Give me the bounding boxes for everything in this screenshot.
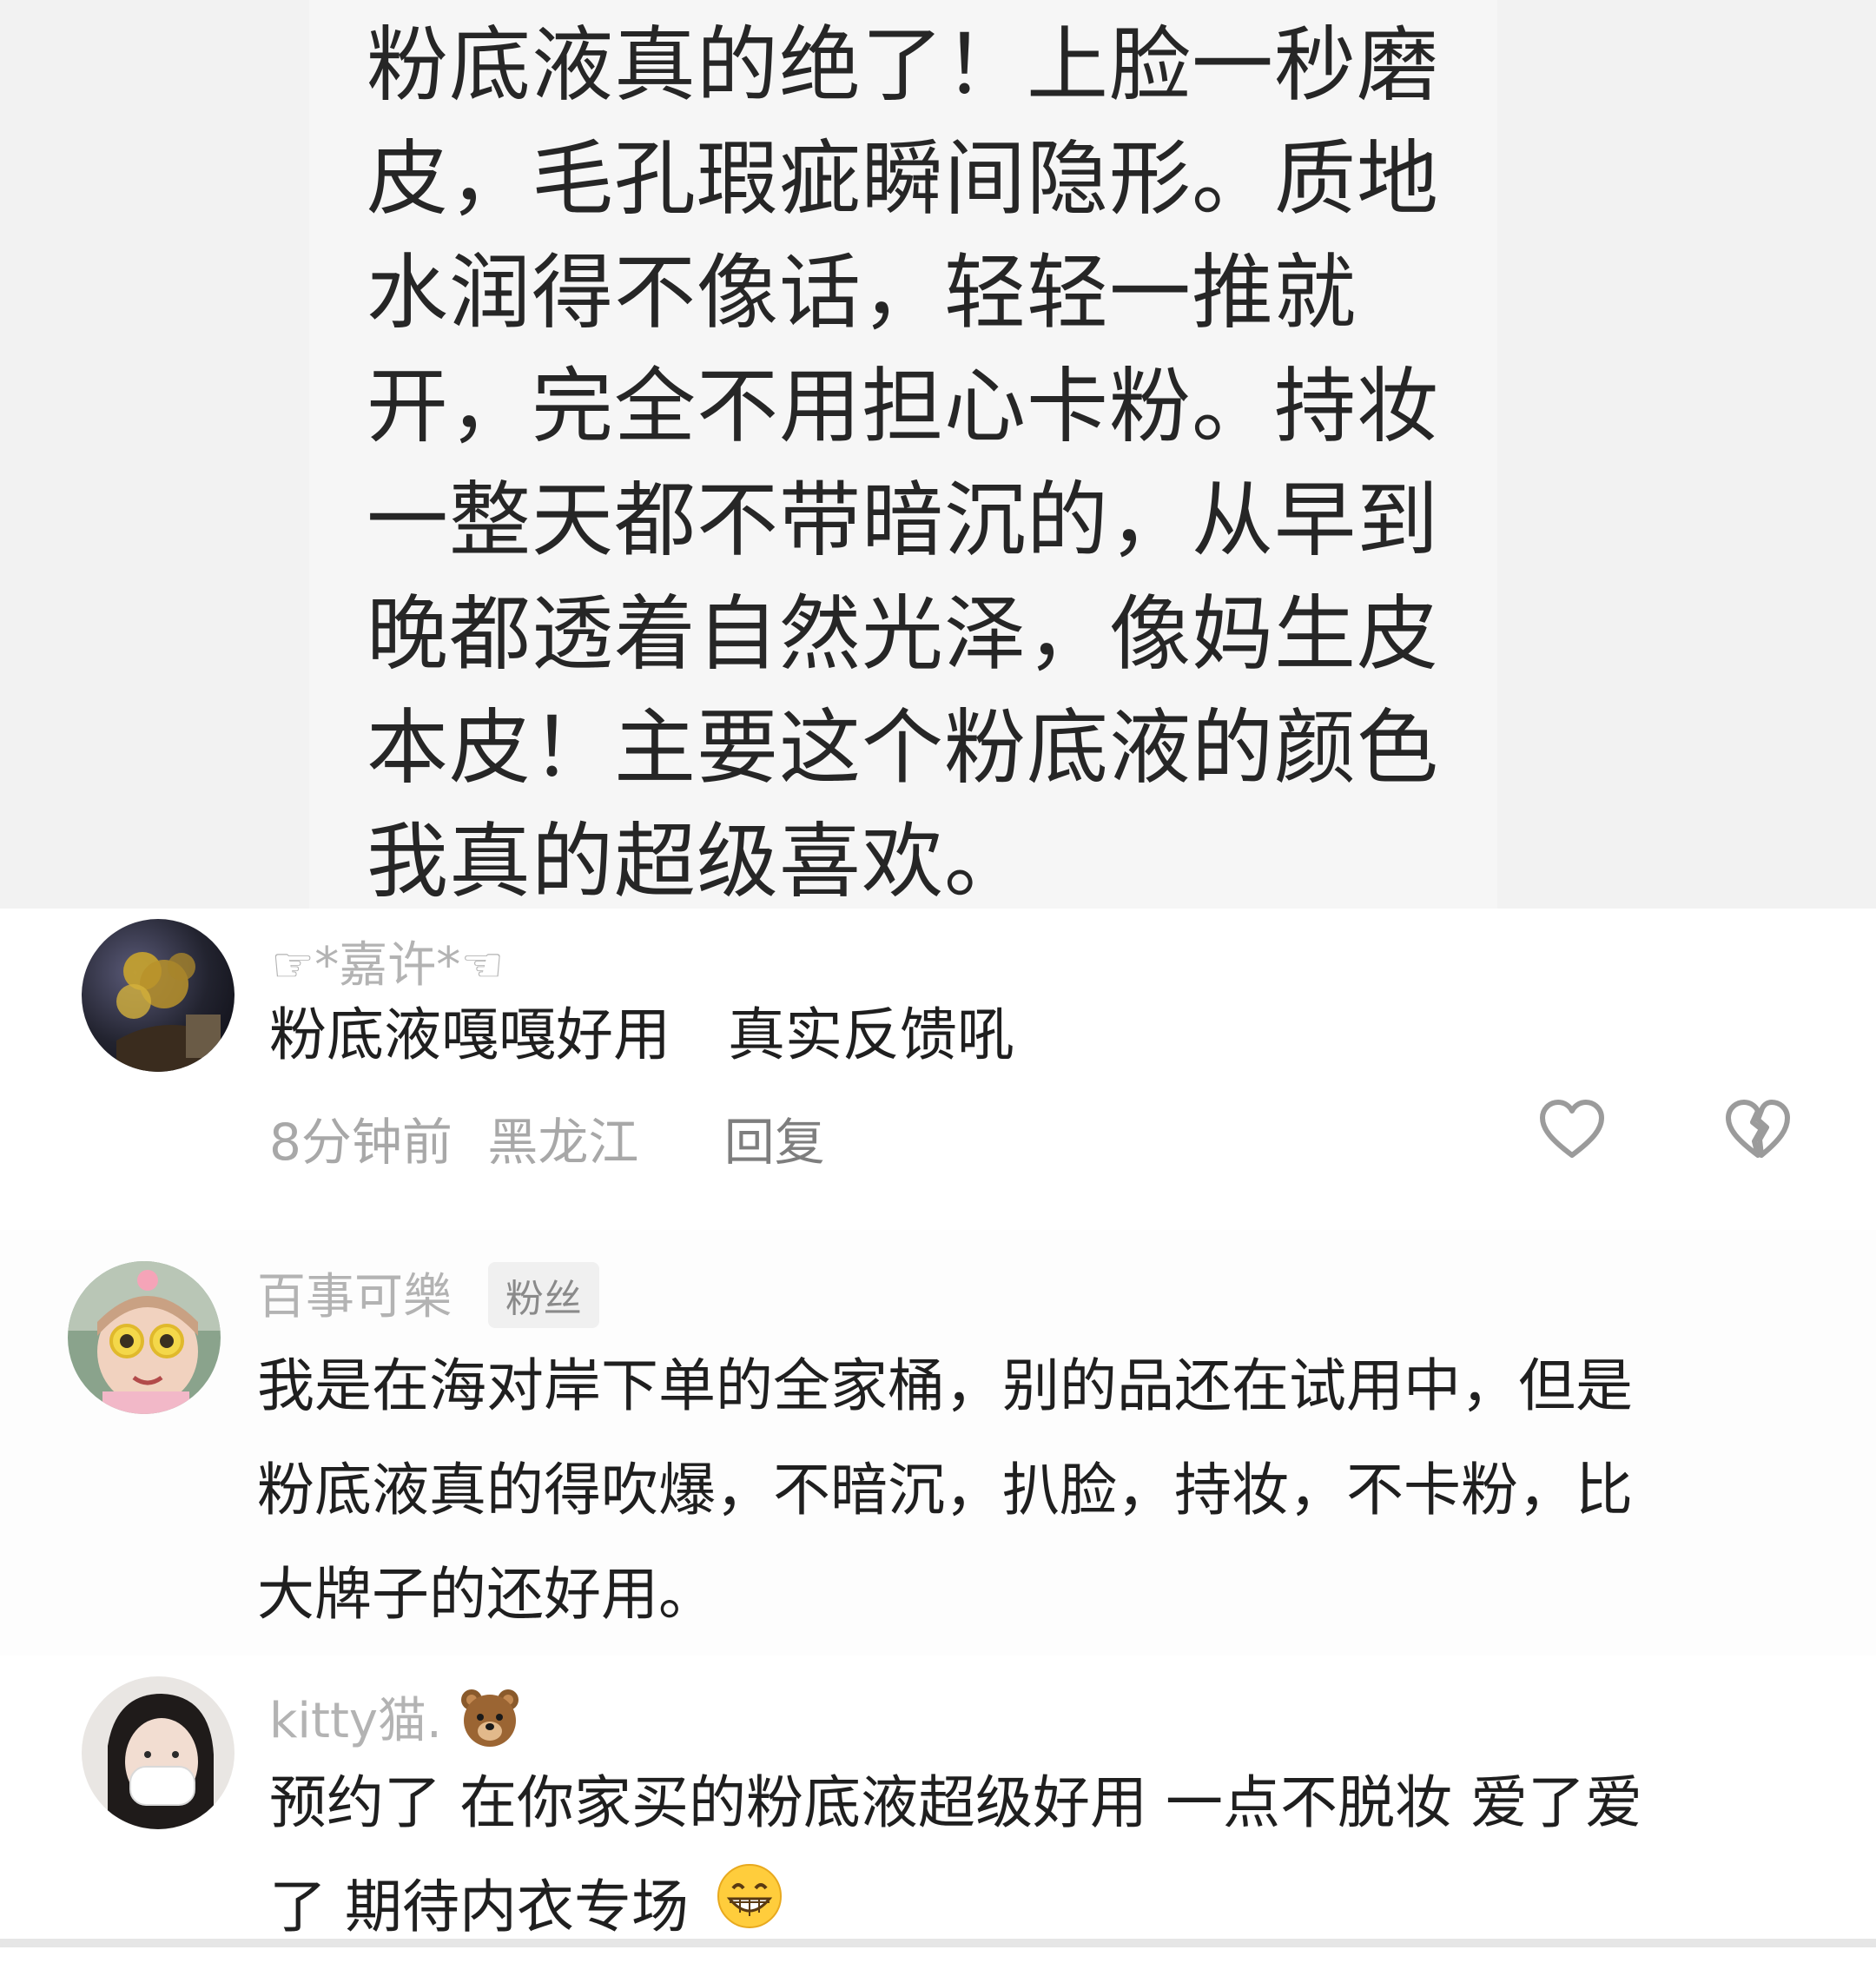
comment-text: 粉底液嘎嘎好用 真实反馈吼 (269, 1001, 1014, 1068)
reply-button[interactable]: 回复 (724, 1113, 825, 1172)
avatar[interactable] (82, 1676, 234, 1829)
username-text[interactable]: 百事可樂 (257, 1269, 452, 1325)
comment-line: 预约了 在你家买的粉底液超级好用 一点不脱妆 爱了爱 (269, 1769, 1642, 1836)
post-line: 开，完全不用担心卡粉。持妆 (367, 360, 1440, 454)
avatar[interactable] (82, 919, 234, 1072)
post-line: 粉底液真的绝了！上脸一秒磨 (367, 18, 1440, 113)
fan-badge: 粉丝 (487, 1261, 599, 1328)
post-line: 一整天都不带暗沉的，从早到 (367, 473, 1440, 568)
comment-item: 百事可樂 粉丝 我是在海对岸下单的全家桶，别的品还在试用中，但是 粉底液真的得吹… (0, 1230, 1876, 1656)
comment-line: 大牌子的还好用。 (257, 1561, 716, 1628)
username-text[interactable]: kitty猫. (269, 1693, 442, 1749)
avatar-image (68, 1261, 221, 1414)
avatar-image (82, 919, 234, 1072)
post-line: 我真的超级喜欢。 (367, 815, 1027, 909)
avatar-image (82, 1676, 234, 1829)
comment-item: ☞*嘉许*☜ 粉底液嘎嘎好用 真实反馈吼 8分钟前 黑龙江 回复 (0, 909, 1876, 1230)
avatar[interactable] (68, 1261, 221, 1414)
comment-line-text: 了 期待内衣专场 (269, 1874, 689, 1940)
post-panel: 粉底液真的绝了！上脸一秒磨 皮，毛孔瑕疵瞬间隐形。质地 水润得不像话，轻轻一推就… (0, 0, 1876, 909)
post-line: 本皮！主要这个粉底液的颜色 (367, 701, 1440, 796)
post-line: 皮，毛孔瑕疵瞬间隐形。质地 (367, 132, 1440, 227)
comment-time: 8分钟前 (269, 1113, 452, 1172)
comment-text: 我是在海对岸下单的全家桶，别的品还在试用中，但是 粉底液真的得吹爆，不暗沉，扒脸… (257, 1334, 1820, 1647)
comment-location: 黑龙江 (487, 1113, 639, 1172)
comment-meta: 8分钟前 黑龙江 回复 (269, 1101, 825, 1174)
comment-text: 预约了 在你家买的粉底液超级好用 一点不脱妆 爱了爱 了 期待内衣专场 (269, 1751, 1833, 1963)
comment-line: 我是在海对岸下单的全家桶，别的品还在试用中，但是 (257, 1352, 1633, 1419)
username: 百事可樂 粉丝 (257, 1258, 599, 1333)
post-text: 粉底液真的绝了！上脸一秒磨 皮，毛孔瑕疵瞬间隐形。质地 水润得不像话，轻轻一推就… (367, 9, 1461, 919)
post-line: 水润得不像话，轻轻一推就 (367, 246, 1357, 340)
post-line: 晚都透着自然光泽，像妈生皮 (367, 587, 1440, 682)
username: kitty猫. (269, 1682, 522, 1762)
bottom-divider (0, 1939, 1876, 1947)
comment-line: 粉底液真的得吹爆，不暗沉，扒脸，持妆，不卡粉，比 (257, 1457, 1633, 1523)
comment-item: kitty猫. 预约了 在你家买的粉底液超级好用 一点不脱妆 爱了爱 了 期待内… (0, 1656, 1876, 1940)
heart-outline-icon[interactable] (1537, 1096, 1607, 1166)
broken-heart-outline-icon[interactable] (1723, 1096, 1793, 1166)
